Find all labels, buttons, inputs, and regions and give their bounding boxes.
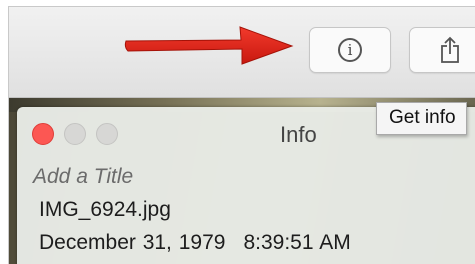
date-label: December 31, 1979 (39, 231, 226, 254)
share-button[interactable] (409, 27, 475, 73)
panel-title: Info (280, 122, 317, 147)
filename-label: IMG_6924.jpg (39, 198, 171, 221)
share-icon (441, 36, 459, 63)
info-icon: i (338, 38, 362, 62)
time-label: 8:39:51 AM (243, 231, 351, 254)
datetime-label: December 31, 1979 8:39:51 AM (39, 231, 351, 255)
zoom-window-button[interactable] (96, 123, 118, 145)
tooltip: Get info (376, 102, 467, 135)
annotation-arrow-icon (124, 26, 294, 65)
title-field[interactable]: Add a Title (33, 165, 133, 189)
close-window-button[interactable] (32, 123, 54, 145)
screenshot-stage: i Info Add a Title IMG_6924.jpg December… (0, 0, 475, 264)
info-button[interactable]: i (309, 27, 391, 73)
minimize-window-button[interactable] (64, 123, 86, 145)
